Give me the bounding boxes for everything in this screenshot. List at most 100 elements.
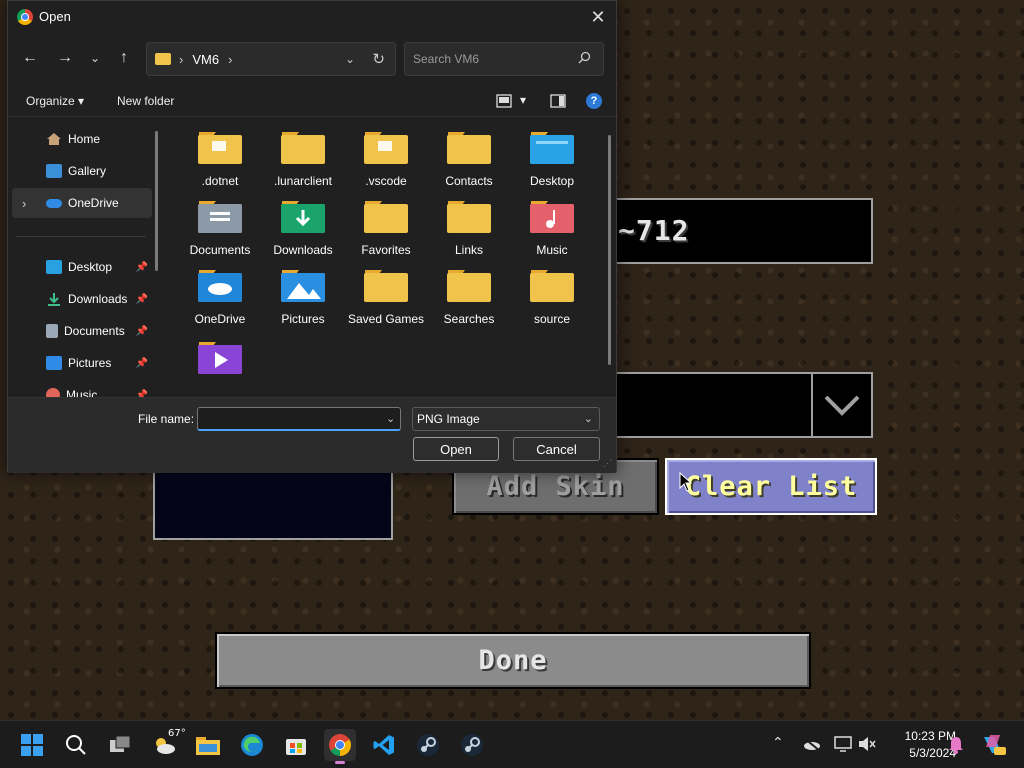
file-item-name: Links [454, 243, 483, 257]
close-button[interactable]: ✕ [586, 5, 610, 29]
file-item[interactable]: .dotnet [180, 119, 260, 188]
view-mode-icon[interactable] [496, 93, 512, 109]
network-icon[interactable] [834, 736, 852, 752]
chevron-down-icon[interactable] [811, 374, 871, 436]
done-button[interactable]: Done [215, 632, 811, 689]
copilot-icon[interactable] [980, 733, 1006, 757]
task-view-button[interactable] [104, 729, 136, 761]
view-options-dropdown[interactable]: ▾ [520, 93, 526, 107]
sidebar-item-onedrive[interactable]: › OneDrive [12, 188, 152, 218]
taskbar-vscode[interactable] [368, 729, 400, 761]
file-type-select[interactable]: PNG Image ⌄ [412, 407, 600, 431]
search-placeholder: Search VM6 [413, 52, 480, 66]
file-item[interactable]: source [512, 257, 592, 326]
taskbar-edge[interactable] [236, 729, 268, 761]
preview-pane-icon[interactable] [550, 93, 566, 109]
back-arrow-icon[interactable]: ← [19, 47, 41, 69]
help-icon[interactable]: ? [586, 93, 602, 109]
search-input[interactable]: Search VM6 [404, 42, 604, 76]
file-item[interactable]: Pictures [263, 257, 343, 326]
up-arrow-icon[interactable]: ↑ [113, 47, 135, 69]
file-item[interactable]: Desktop [512, 119, 592, 188]
resize-grip-icon[interactable]: ⋰ [603, 458, 612, 469]
file-item-name: Favorites [361, 243, 411, 257]
start-button[interactable] [16, 729, 48, 761]
taskbar-steam-2[interactable] [456, 729, 488, 761]
search-icon [66, 735, 86, 755]
file-item-name: Documents [189, 243, 251, 257]
documents-icon [46, 324, 58, 338]
chevron-down-icon[interactable]: ⌄ [386, 412, 395, 425]
file-item[interactable]: Links [429, 188, 509, 257]
file-item[interactable]: Documents [180, 188, 260, 257]
new-folder-button[interactable]: New folder [117, 94, 174, 108]
skin-name-field[interactable]: ~712 [612, 198, 873, 264]
file-list-scrollbar[interactable] [608, 135, 611, 365]
sidebar-scrollbar[interactable] [155, 131, 158, 271]
skin-dropdown[interactable] [612, 372, 873, 438]
file-item[interactable]: .vscode [346, 119, 426, 188]
sidebar-item-gallery[interactable]: Gallery [12, 156, 152, 186]
sidebar-item-home[interactable]: Home [12, 124, 152, 154]
dialog-titlebar[interactable]: Open ✕ [8, 1, 616, 33]
address-bar[interactable]: › VM6 › ⌄ ↻ [146, 42, 396, 76]
downloads-folder-icon [281, 201, 325, 233]
file-item[interactable] [180, 329, 260, 395]
taskbar-steam[interactable] [412, 729, 444, 761]
sidebar-item-documents[interactable]: Documents 📌 [12, 316, 152, 346]
pin-icon: 📌 [135, 261, 148, 273]
taskbar-chrome[interactable] [324, 729, 356, 764]
path-separator-end[interactable]: › [228, 52, 232, 67]
organize-button[interactable]: Organize ▾ [26, 94, 84, 108]
dialog-footer: File name: ⌄ PNG Image ⌄ Open Cancel ⋰ [8, 397, 616, 473]
weather-temperature: 67° [168, 728, 186, 739]
file-item[interactable]: OneDrive [180, 257, 260, 326]
file-item[interactable]: Music [512, 188, 592, 257]
clock[interactable]: 10:23 PM 5/3/2024 [876, 728, 956, 762]
file-item[interactable]: .lunarclient [263, 119, 343, 188]
home-icon [47, 133, 61, 145]
clear-list-button[interactable]: Clear List [665, 458, 877, 515]
file-item-name: Searches [443, 312, 495, 326]
forward-arrow-icon[interactable]: → [54, 47, 76, 69]
file-item[interactable]: Saved Games [346, 257, 426, 326]
onedrive-folder-icon [198, 270, 242, 302]
taskbar-file-explorer[interactable] [192, 729, 224, 761]
open-button[interactable]: Open [413, 437, 499, 461]
recent-locations-icon[interactable]: ⌄ [84, 47, 106, 69]
folder-doc-icon [364, 132, 408, 164]
sidebar-item-label: Music [66, 388, 98, 397]
taskbar-store[interactable] [280, 729, 312, 761]
onedrive-tray-icon[interactable] [802, 736, 822, 752]
sidebar-item-downloads[interactable]: Downloads 📌 [12, 284, 152, 314]
address-folder[interactable]: VM6 [192, 52, 219, 67]
chevron-down-icon: ⌄ [583, 413, 593, 425]
sidebar-item-label: Pictures [68, 356, 112, 370]
sidebar-item-music[interactable]: Music 📌 [12, 380, 152, 397]
file-item[interactable]: Searches [429, 257, 509, 326]
active-indicator [335, 761, 345, 764]
volume-muted-icon[interactable] [858, 736, 876, 752]
expand-chevron-icon[interactable]: › [22, 196, 26, 211]
file-item-name: Downloads [273, 243, 333, 257]
add-skin-label: Add Skin [486, 471, 625, 502]
notification-bell-icon[interactable] [948, 736, 964, 754]
search-icon [578, 51, 591, 64]
refresh-icon[interactable]: ↻ [372, 50, 385, 68]
file-name-input[interactable] [197, 407, 401, 431]
sidebar-item-pictures[interactable]: Pictures 📌 [12, 348, 152, 378]
sidebar-item-label: Desktop [68, 260, 113, 274]
file-item[interactable]: Contacts [429, 119, 509, 188]
edge-icon [241, 734, 263, 756]
documents-folder-icon [198, 201, 242, 233]
show-hidden-icons[interactable]: ⌃ [772, 735, 784, 751]
search-button[interactable] [60, 729, 92, 761]
file-item[interactable]: Downloads [263, 188, 343, 257]
cancel-button[interactable]: Cancel [513, 437, 600, 461]
chevron-down-icon[interactable]: ⌄ [345, 52, 355, 66]
dialog-title: Open [39, 9, 71, 24]
pin-icon: 📌 [135, 357, 148, 369]
file-type-value: PNG Image [417, 412, 480, 426]
sidebar-item-desktop[interactable]: Desktop 📌 [12, 252, 152, 282]
file-item[interactable]: Favorites [346, 188, 426, 257]
